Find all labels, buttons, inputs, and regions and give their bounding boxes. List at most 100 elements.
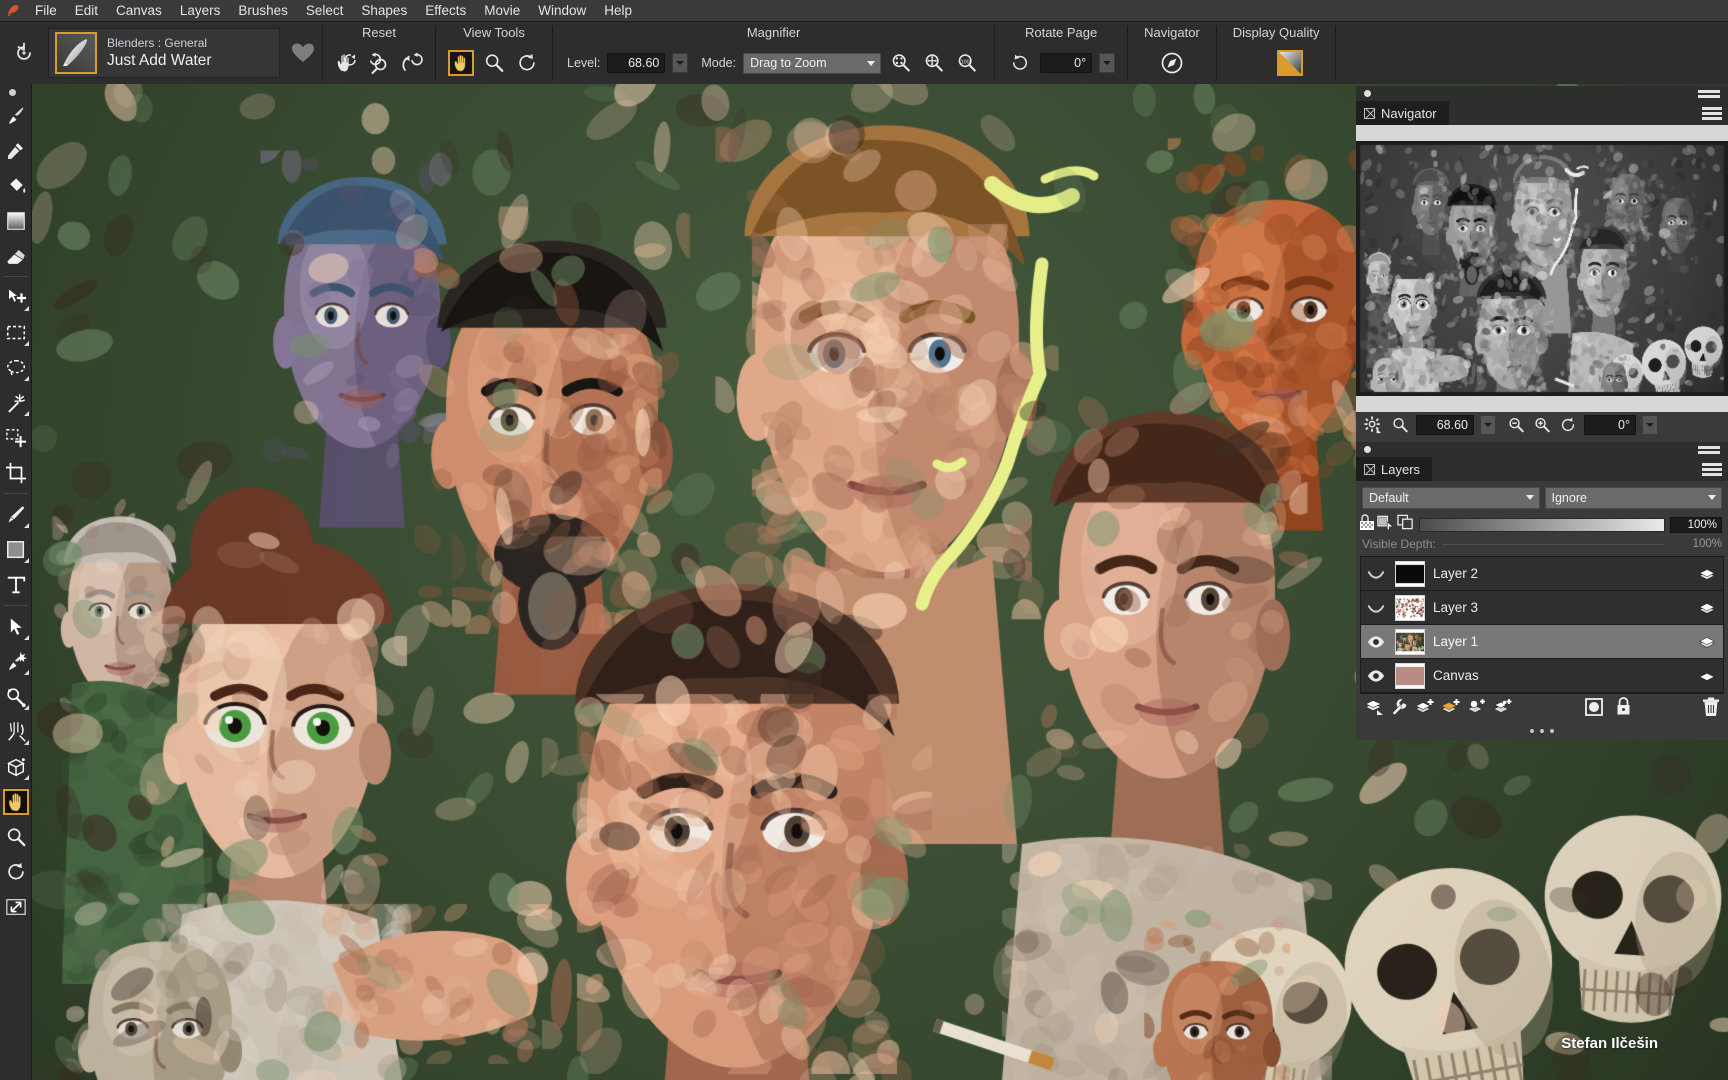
gradient-tool[interactable] — [1, 203, 31, 238]
flyout-triangle-icon[interactable] — [24, 341, 29, 346]
new-layer-icon[interactable] — [1415, 698, 1435, 721]
layers-more-dots-icon[interactable] — [1356, 722, 1728, 740]
panel-menu-icon[interactable] — [1702, 463, 1722, 476]
crop-tool[interactable] — [1, 455, 31, 490]
magnifier-level-input[interactable]: 68.60 — [607, 53, 665, 73]
menu-item-brushes[interactable]: Brushes — [229, 0, 297, 22]
pickup-underlying-icon[interactable] — [1397, 514, 1414, 535]
brush-tool[interactable] — [1, 98, 31, 133]
dropper-tool[interactable] — [1, 133, 31, 168]
layer-visible-eye-icon[interactable] — [1365, 635, 1387, 649]
layer-mask-icon[interactable] — [1584, 697, 1604, 722]
view-tool-magnifier-icon[interactable] — [481, 50, 507, 76]
pickup-mode-select[interactable]: Ignore — [1545, 487, 1723, 509]
layer-commands-icon[interactable] — [1364, 698, 1384, 721]
menu-item-help[interactable]: Help — [595, 0, 641, 22]
tab-layers[interactable]: Layers — [1356, 457, 1432, 481]
layer-row[interactable]: Layer 2 — [1361, 557, 1723, 591]
view-tool-rotate-icon[interactable] — [514, 50, 540, 76]
magnifier-mode-select[interactable]: Drag to Zoom — [743, 53, 881, 74]
rectangular-selection-tool[interactable] — [1, 315, 31, 350]
screen-mode-tool[interactable] — [1, 889, 31, 924]
shape-selection-tool[interactable] — [1, 609, 31, 644]
lasso-tool[interactable] — [1, 350, 31, 385]
dither-gradient-icon[interactable] — [1277, 50, 1303, 76]
paint-bucket-tool[interactable] — [1, 168, 31, 203]
navigator-rotate-icon[interactable] — [1558, 415, 1578, 435]
layer-stack-icon[interactable] — [1697, 634, 1717, 650]
rotate-page-stepper[interactable] — [1099, 53, 1115, 73]
menu-item-edit[interactable]: Edit — [66, 0, 107, 22]
grabber-tool[interactable] — [1, 784, 31, 819]
eraser-tool[interactable] — [1, 238, 31, 273]
blend-mode-select[interactable]: Default — [1362, 487, 1540, 509]
layer-adjuster-tool[interactable] — [1, 280, 31, 315]
gear-icon[interactable] — [1362, 414, 1384, 436]
heart-icon[interactable] — [290, 40, 316, 66]
pen-tool[interactable] — [1, 497, 31, 532]
zoom-in-icon[interactable] — [1532, 415, 1552, 435]
flyout-triangle-icon[interactable] — [24, 635, 29, 640]
navigator-rotate-input[interactable]: 0° — [1584, 415, 1636, 435]
rotate-reset-icon[interactable] — [1007, 50, 1033, 76]
wrench-icon[interactable] — [1390, 698, 1409, 721]
flyout-triangle-icon[interactable] — [24, 740, 29, 745]
reset-zoom-icon[interactable] — [366, 50, 392, 76]
lock-icon[interactable] — [1616, 697, 1631, 721]
panel-menu-icon[interactable] — [1702, 107, 1722, 120]
menu-item-select[interactable]: Select — [297, 0, 353, 22]
magic-wand-tool[interactable] — [1, 385, 31, 420]
canvas-layer-icon[interactable] — [1697, 668, 1717, 684]
trash-icon[interactable] — [1702, 697, 1720, 722]
menu-item-window[interactable]: Window — [529, 0, 595, 22]
rotate-page-tool[interactable] — [1, 854, 31, 889]
close-icon[interactable] — [1364, 464, 1375, 475]
layer-opacity-slider[interactable] — [1419, 518, 1665, 532]
layer-list[interactable]: Layer 2Layer 3Layer 1Canvas — [1360, 556, 1724, 694]
menu-item-effects[interactable]: Effects — [416, 0, 475, 22]
divine-proportion-tool[interactable] — [1, 714, 31, 749]
reset-brush-button[interactable] — [10, 39, 38, 67]
layer-hidden-eye-icon[interactable] — [1365, 601, 1387, 615]
flyout-triangle-icon[interactable] — [24, 306, 29, 311]
zoom-100-icon[interactable]: 100 — [954, 50, 980, 76]
navigator-zoom-input[interactable]: 68.60 — [1416, 415, 1474, 435]
navigator-magnifier-icon[interactable] — [1390, 415, 1410, 435]
new-dynamic-layer-icon[interactable] — [1493, 698, 1513, 721]
layer-row[interactable]: Layer 1 — [1361, 625, 1723, 659]
layer-row[interactable]: Layer 3 — [1361, 591, 1723, 625]
magnifier-level-stepper[interactable] — [672, 53, 688, 73]
navigator-dock-menu-icon[interactable] — [1698, 90, 1720, 98]
zoom-to-fit-icon[interactable] — [888, 50, 914, 76]
perspective-grid-tool[interactable] — [1, 749, 31, 784]
flyout-triangle-icon[interactable] — [24, 670, 29, 675]
menu-item-layers[interactable]: Layers — [171, 0, 230, 22]
navigator-rotate-stepper[interactable] — [1642, 415, 1658, 435]
selection-adjuster-tool[interactable] — [1, 420, 31, 455]
layer-stack-icon[interactable] — [1697, 566, 1717, 582]
layer-hidden-eye-icon[interactable] — [1365, 567, 1387, 581]
navigator-thumbnail[interactable] — [1356, 141, 1728, 396]
menu-item-movie[interactable]: Movie — [475, 0, 529, 22]
view-tool-hand-icon[interactable] — [448, 50, 474, 76]
close-icon[interactable] — [1364, 108, 1375, 119]
layer-opacity-value[interactable]: 100% — [1670, 517, 1722, 533]
flyout-triangle-icon[interactable] — [24, 523, 29, 528]
menu-item-shapes[interactable]: Shapes — [352, 0, 416, 22]
zoom-to-screen-icon[interactable] — [921, 50, 947, 76]
flyout-triangle-icon[interactable] — [24, 705, 29, 710]
magnifier-tool[interactable] — [1, 819, 31, 854]
menu-item-canvas[interactable]: Canvas — [107, 0, 171, 22]
preserve-transparency-icon[interactable] — [1377, 514, 1394, 535]
tab-navigator[interactable]: Navigator — [1356, 101, 1449, 125]
layers-dock-menu-icon[interactable] — [1698, 446, 1720, 454]
navigator-zoom-stepper[interactable] — [1480, 415, 1496, 435]
cloner-tool[interactable] — [1, 644, 31, 679]
brush-selector[interactable]: Blenders : General Just Add Water — [48, 28, 280, 78]
zoom-out-icon[interactable] — [1506, 415, 1526, 435]
menu-item-file[interactable]: File — [26, 0, 66, 22]
flyout-triangle-icon[interactable] — [24, 376, 29, 381]
text-tool[interactable] — [1, 567, 31, 602]
lock-transparency-icon[interactable] — [1360, 514, 1374, 535]
flyout-triangle-icon[interactable] — [24, 775, 29, 780]
